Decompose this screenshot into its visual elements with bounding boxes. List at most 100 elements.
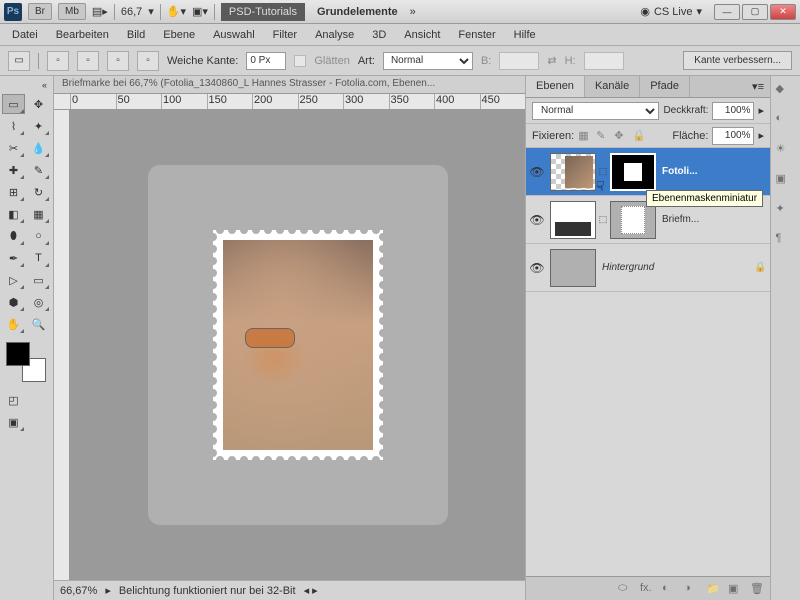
masks-panel-icon[interactable]: ▣ — [776, 172, 796, 192]
adjustments-panel-icon[interactable]: ☀ — [776, 142, 796, 162]
menu-analyse[interactable]: Analyse — [307, 26, 362, 44]
status-zoom[interactable]: 66,67% — [60, 585, 97, 597]
layer-group-icon[interactable]: 📁 — [706, 582, 722, 596]
visibility-icon[interactable]: 👁 — [526, 213, 548, 227]
swatches-panel-icon[interactable]: ◆ — [776, 82, 796, 102]
menu-filter[interactable]: Filter — [265, 26, 305, 44]
color-panel-icon[interactable]: ◐ — [776, 112, 796, 132]
pen-tool[interactable]: ✒ — [2, 248, 25, 268]
menu-auswahl[interactable]: Auswahl — [205, 26, 263, 44]
adjustment-layer-icon[interactable]: ◑ — [684, 582, 700, 596]
blend-mode-select[interactable]: Normal — [532, 102, 659, 120]
eyedropper-tool[interactable]: 💧 — [27, 138, 50, 158]
lasso-tool[interactable]: ⌇ — [2, 116, 25, 136]
minimize-button[interactable]: — — [714, 4, 740, 20]
bridge-button[interactable]: Br — [28, 3, 52, 20]
new-layer-icon[interactable]: ▣ — [728, 582, 744, 596]
layer-thumbnail[interactable] — [550, 201, 596, 239]
panel-menu-icon[interactable]: ▾≡ — [746, 76, 770, 97]
delete-layer-icon[interactable]: 🗑 — [750, 582, 766, 596]
fg-color-swatch[interactable] — [6, 342, 30, 366]
refine-edge-button[interactable]: Kante verbessern... — [683, 51, 792, 70]
hand-tool[interactable]: ✋ — [2, 314, 25, 334]
more-icon[interactable]: » — [410, 6, 416, 18]
intersect-selection-icon[interactable]: ▫ — [137, 51, 159, 71]
gradient-tool[interactable]: ▦ — [27, 204, 50, 224]
screen-mode-icon[interactable]: ▣▾ — [192, 5, 208, 18]
menu-3d[interactable]: 3D — [364, 26, 394, 44]
menu-hilfe[interactable]: Hilfe — [506, 26, 544, 44]
zoom-tool[interactable]: 🔍 — [27, 314, 50, 334]
crop-tool[interactable]: ✂ — [2, 138, 25, 158]
brush-tool[interactable]: ✎ — [27, 160, 50, 180]
new-selection-icon[interactable]: ▫ — [47, 51, 69, 71]
3d-tool[interactable]: ⬢ — [2, 292, 25, 312]
menu-bild[interactable]: Bild — [119, 26, 153, 44]
hand-icon[interactable]: ✋▾ — [167, 5, 186, 18]
stamp-tool[interactable]: ⊞ — [2, 182, 25, 202]
canvas-background[interactable]: document.write(Array.from({length:14},(_… — [70, 110, 525, 580]
zoom-level[interactable]: 66,7 — [121, 6, 142, 18]
dodge-tool[interactable]: ○ — [27, 226, 50, 246]
lock-transparent-icon[interactable]: ▦ — [578, 129, 592, 143]
3d-camera-tool[interactable]: ◎ — [27, 292, 50, 312]
layer-row[interactable]: 👁 Hintergrund 🔒 — [526, 244, 770, 292]
menu-fenster[interactable]: Fenster — [450, 26, 503, 44]
layer-thumbnail[interactable] — [550, 153, 596, 191]
menu-ebene[interactable]: Ebene — [155, 26, 203, 44]
link-icon[interactable]: ⬚ — [598, 166, 608, 177]
layer-row[interactable]: 👁 ⬚ Fotoli... Ebenenmaskenminiatur ☟ — [526, 148, 770, 196]
move-tool[interactable]: ✥ — [27, 94, 50, 114]
color-swatches[interactable] — [6, 342, 46, 382]
lock-position-icon[interactable]: ✥ — [614, 129, 628, 143]
quick-mask-tool[interactable]: ◰ — [2, 390, 25, 410]
layer-mask-thumbnail[interactable] — [610, 153, 656, 191]
lock-pixels-icon[interactable]: ✎ — [596, 129, 610, 143]
visibility-icon[interactable]: 👁 — [526, 165, 548, 179]
layer-mask-icon[interactable]: ◐ — [662, 582, 678, 596]
path-select-tool[interactable]: ▷ — [2, 270, 25, 290]
workspace-psdtutorials[interactable]: PSD-Tutorials — [221, 3, 305, 21]
type-tool[interactable]: T — [27, 248, 50, 268]
cslive-label[interactable]: CS Live — [654, 6, 693, 18]
magic-wand-tool[interactable]: ✦ — [27, 116, 50, 136]
link-icon[interactable]: ⬚ — [598, 214, 608, 225]
opacity-arrow-icon[interactable]: ▸ — [758, 104, 764, 117]
menu-ansicht[interactable]: Ansicht — [396, 26, 448, 44]
layer-thumbnail[interactable] — [550, 249, 596, 287]
close-button[interactable]: ✕ — [770, 4, 796, 20]
history-brush-tool[interactable]: ↻ — [27, 182, 50, 202]
layer-name[interactable]: Briefm... — [658, 214, 770, 225]
lock-all-icon[interactable]: 🔒 — [632, 129, 646, 143]
add-selection-icon[interactable]: ▫ — [77, 51, 99, 71]
layer-name[interactable]: Fotoli... — [658, 166, 770, 177]
layer-fx-icon[interactable]: fx. — [640, 582, 656, 596]
fill-input[interactable] — [712, 127, 754, 145]
workspace-grundelemente[interactable]: Grundelemente — [311, 6, 404, 18]
menu-datei[interactable]: Datei — [4, 26, 46, 44]
style-select[interactable]: Normal — [383, 52, 473, 70]
minibridge-button[interactable]: Mb — [58, 3, 86, 20]
feather-input[interactable] — [246, 52, 286, 70]
styles-panel-icon[interactable]: ✦ — [776, 202, 796, 222]
marquee-tool[interactable]: ▭ — [2, 94, 25, 114]
link-layers-icon[interactable]: ⬭ — [618, 582, 634, 596]
film-icon[interactable]: ▤▸ — [92, 5, 108, 18]
character-panel-icon[interactable]: ¶ — [776, 232, 796, 252]
tab-pfade[interactable]: Pfade — [640, 76, 690, 97]
opacity-input[interactable] — [712, 102, 754, 120]
eraser-tool[interactable]: ◧ — [2, 204, 25, 224]
fill-arrow-icon[interactable]: ▸ — [758, 129, 764, 142]
tab-ebenen[interactable]: Ebenen — [526, 76, 585, 97]
blur-tool[interactable]: ⬮ — [2, 226, 25, 246]
layer-name[interactable]: Hintergrund — [598, 262, 754, 273]
visibility-icon[interactable]: 👁 — [526, 261, 548, 275]
tab-kanaele[interactable]: Kanäle — [585, 76, 640, 97]
shape-tool[interactable]: ▭ — [27, 270, 50, 290]
maximize-button[interactable]: ▢ — [742, 4, 768, 20]
subtract-selection-icon[interactable]: ▫ — [107, 51, 129, 71]
healing-tool[interactable]: ✚ — [2, 160, 25, 180]
document-tab[interactable]: Briefmarke bei 66,7% (Fotolia_1340860_L … — [54, 76, 525, 94]
marquee-tool-icon[interactable]: ▭ — [8, 51, 30, 71]
screen-mode-tool[interactable]: ▣ — [2, 412, 25, 432]
